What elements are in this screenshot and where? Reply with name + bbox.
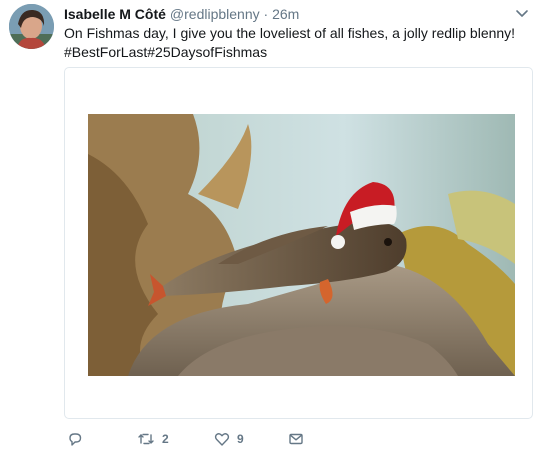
retweet-icon	[137, 431, 155, 447]
author-name[interactable]: Isabelle M Côté	[64, 6, 166, 22]
retweet-count: 2	[162, 432, 169, 446]
heart-icon	[214, 431, 230, 447]
tweet-text-line: On Fishmas day, I give you the loveliest…	[64, 25, 516, 41]
time-separator: ·	[263, 6, 269, 22]
tweet-photo[interactable]	[88, 114, 515, 376]
like-button[interactable]: 9	[214, 430, 244, 448]
reply-button[interactable]	[67, 430, 83, 448]
tweet: Isabelle M Côté @redlipblenny · 26m On Fi…	[0, 0, 540, 454]
tweet-actions: 2 9	[64, 430, 364, 448]
author-handle[interactable]: @redlipblenny	[170, 6, 260, 22]
chevron-down-icon[interactable]	[515, 6, 529, 20]
tweet-header: Isabelle M Côté @redlipblenny · 26m	[64, 5, 299, 23]
reply-icon	[67, 431, 83, 447]
direct-message-button[interactable]	[288, 430, 304, 448]
tweet-hashtags[interactable]: #BestForLast#25DaysofFishmas	[64, 43, 524, 62]
avatar[interactable]	[9, 4, 54, 49]
like-count: 9	[237, 432, 244, 446]
envelope-icon	[288, 431, 304, 447]
retweet-button[interactable]: 2	[137, 430, 169, 448]
tweet-timestamp[interactable]: 26m	[272, 6, 299, 22]
tweet-text: On Fishmas day, I give you the loveliest…	[64, 24, 524, 62]
